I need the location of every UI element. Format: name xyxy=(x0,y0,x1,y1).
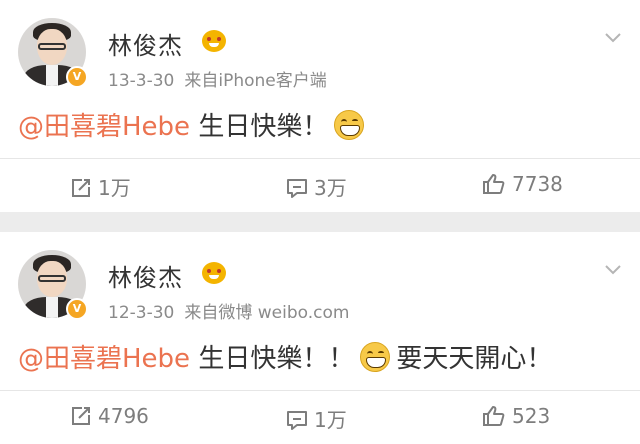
repost-icon xyxy=(72,407,90,425)
comment-count: 1万 xyxy=(314,408,347,432)
avatar-glasses xyxy=(38,275,66,282)
chevron-down-icon[interactable] xyxy=(604,260,622,278)
post-source[interactable]: 来自iPhone客户端 xyxy=(184,71,326,91)
chevron-down-icon[interactable] xyxy=(604,28,622,46)
post-header: V 林俊杰 12-3-30 来自微博 weibo.com xyxy=(0,232,640,332)
action-bar: 4796 1万 523 xyxy=(0,391,640,444)
post-text: @田喜碧Hebe 生日快樂！！ 要天天開心！ xyxy=(18,338,552,375)
comment-button[interactable]: 3万 xyxy=(286,172,347,201)
weibo-post-card: V 林俊杰 13-3-30 来自iPhone客户端 @田喜碧Hebe 生日快樂！ … xyxy=(0,0,640,212)
post-text-after: 要天天開心！ xyxy=(396,344,553,374)
post-header: V 林俊杰 13-3-30 来自iPhone客户端 xyxy=(0,0,640,100)
comment-count: 3万 xyxy=(314,176,347,200)
repost-button[interactable]: 4796 xyxy=(70,404,149,428)
like-button[interactable]: 7738 xyxy=(482,172,563,196)
post-date: 13-3-30 xyxy=(108,71,175,91)
post-text-main: 生日快樂！ xyxy=(190,112,329,142)
repost-count: 4796 xyxy=(98,404,149,428)
like-button[interactable]: 523 xyxy=(482,404,550,428)
post-meta: 13-3-30 来自iPhone客户端 xyxy=(108,66,327,91)
comment-button[interactable]: 1万 xyxy=(286,404,347,433)
avatar-glasses xyxy=(38,43,66,50)
post-meta: 12-3-30 来自微博 weibo.com xyxy=(108,298,349,323)
grin-emoji-icon xyxy=(334,110,365,140)
like-count: 523 xyxy=(512,404,551,428)
repost-button[interactable]: 1万 xyxy=(70,172,131,201)
repost-count: 1万 xyxy=(98,176,131,200)
weibo-feed: V 林俊杰 13-3-30 来自iPhone客户端 @田喜碧Hebe 生日快樂！ … xyxy=(0,0,640,444)
mention-link[interactable]: @田喜碧Hebe xyxy=(18,344,190,374)
vip-crown-icon[interactable] xyxy=(202,30,226,52)
avatar-shirt xyxy=(46,65,58,86)
grin-emoji-icon xyxy=(360,342,391,372)
comment-icon xyxy=(287,411,307,430)
verified-v-icon: V xyxy=(66,66,88,88)
post-text: @田喜碧Hebe 生日快樂！ xyxy=(18,106,370,143)
post-date: 12-3-30 xyxy=(108,303,175,323)
like-count: 7738 xyxy=(512,172,563,196)
repost-icon xyxy=(72,179,90,197)
comment-icon xyxy=(287,179,307,198)
thumbs-up-icon xyxy=(483,174,505,194)
post-text-main: 生日快樂！！ xyxy=(190,344,355,374)
author-name[interactable]: 林俊杰 xyxy=(108,26,183,61)
post-source[interactable]: 来自微博 weibo.com xyxy=(184,303,349,323)
avatar-shirt xyxy=(46,297,58,318)
action-bar: 1万 3万 7738 xyxy=(0,159,640,212)
author-name[interactable]: 林俊杰 xyxy=(108,258,183,293)
verified-v-icon: V xyxy=(66,298,88,320)
weibo-post-card: V 林俊杰 12-3-30 来自微博 weibo.com @田喜碧Hebe 生日快… xyxy=(0,232,640,444)
thumbs-up-icon xyxy=(483,406,505,426)
vip-crown-icon[interactable] xyxy=(202,262,226,284)
mention-link[interactable]: @田喜碧Hebe xyxy=(18,112,190,142)
